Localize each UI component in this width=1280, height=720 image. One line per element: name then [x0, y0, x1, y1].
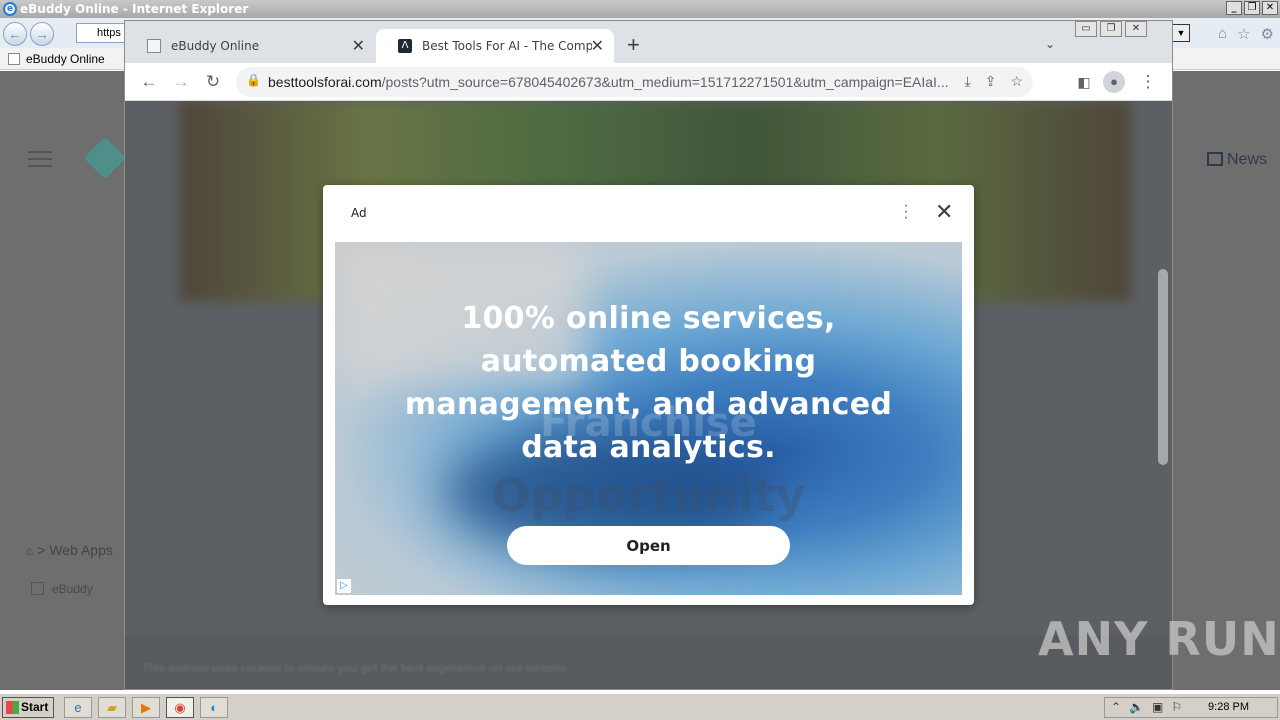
url-path: /posts?utm_source=678045402673&utm_mediu… [381, 74, 949, 90]
page-scrollbar[interactable] [1158, 269, 1168, 465]
chrome-restore-button[interactable]: ❐ [1100, 21, 1122, 37]
windows-logo-icon [6, 701, 19, 714]
chrome-toolbar: ← → ↻ 🔒 besttoolsforai.com/posts?utm_sou… [125, 63, 1172, 101]
start-button[interactable]: Start [2, 697, 54, 718]
page-icon [8, 53, 20, 65]
system-tray: ⌃ 🔈 ▣ ⚐ 9:28 PM [1104, 697, 1278, 718]
taskbar-ie-icon[interactable]: e [64, 697, 92, 718]
new-tab-button[interactable]: + [627, 33, 640, 57]
taskbar: Start e ▰ ▶ ◉ ◐ ⌃ 🔈 ▣ ⚐ 9:28 PM [0, 693, 1280, 720]
adchoices-icon[interactable]: ▷ [337, 579, 351, 593]
url-domain: besttoolsforai.com [268, 74, 382, 90]
hamburger-menu-icon[interactable] [28, 151, 52, 167]
share-icon[interactable]: ⇪ [985, 73, 997, 90]
ad-creative[interactable]: Franchise Opportunity 100% online servic… [335, 242, 962, 595]
ie-titlebar: e eBuddy Online - Internet Explorer _ ❐ … [0, 0, 1280, 18]
nav-news-label: News [1227, 151, 1268, 168]
action-center-flag-icon[interactable]: ⚐ [1171, 700, 1182, 714]
ie-tab-ebuddy[interactable]: eBuddy Online [4, 50, 105, 68]
ad-headline: 100% online services, automated booking … [404, 301, 893, 465]
more-menu-icon[interactable]: ⋮ [1135, 69, 1161, 95]
page-icon [147, 39, 161, 53]
tab-ebuddy-online[interactable]: eBuddy Online ✕ [125, 29, 375, 63]
broken-image-icon [31, 582, 44, 595]
watermark-text: ANY RUN [1038, 612, 1280, 666]
site-logo [83, 136, 127, 180]
gear-icon[interactable]: ⚙ [1261, 25, 1274, 43]
tab-label: Best Tools For AI - The Complete Res [422, 39, 592, 53]
ie-logo-icon: e [3, 2, 17, 16]
network-icon[interactable]: ▣ [1152, 700, 1163, 714]
favorites-star-icon[interactable]: ☆ [1237, 25, 1250, 43]
close-tab-icon[interactable]: ✕ [352, 29, 365, 63]
home-icon[interactable]: ⌂ [1218, 25, 1227, 43]
taskbar-folder-icon[interactable]: ▰ [98, 697, 126, 718]
ie-restore-button[interactable]: ❐ [1244, 1, 1260, 15]
ie-window-title: eBuddy Online - Internet Explorer [20, 2, 249, 16]
start-label: Start [21, 700, 49, 714]
news-icon [1207, 152, 1223, 166]
bookmark-star-icon[interactable]: ☆ [1010, 73, 1023, 90]
ebuddy-link[interactable]: eBuddy [31, 582, 93, 596]
ie-minimize-button[interactable]: _ [1226, 1, 1242, 15]
chrome-minimize-button[interactable]: ▭ [1075, 21, 1097, 37]
profile-avatar-icon[interactable]: ● [1103, 71, 1125, 93]
chrome-close-button[interactable]: ✕ [1125, 21, 1147, 37]
nav-news-link[interactable]: News [1207, 151, 1267, 169]
side-panel-icon[interactable]: ◧ [1071, 69, 1097, 95]
tab-best-tools-for-ai[interactable]: Λ Best Tools For AI - The Complete Res ✕ [376, 29, 614, 63]
taskbar-edge-icon[interactable]: ◐ [200, 697, 228, 718]
ad-modal: Ad · · · ✕ Franchise Opportunity 100% onli… [323, 185, 974, 605]
ad-open-button[interactable]: Open [507, 526, 790, 565]
ebuddy-link-label: eBuddy [52, 582, 93, 596]
ad-label: Ad [351, 206, 367, 220]
show-hidden-icons-icon[interactable]: ⌃ [1111, 700, 1121, 714]
clock[interactable]: 9:28 PM [1208, 698, 1249, 717]
url-text[interactable]: besttoolsforai.com/posts?utm_source=6780… [268, 67, 968, 97]
ie-address-dropdown-button[interactable]: ▼ [1172, 24, 1190, 42]
volume-icon[interactable]: 🔈 [1129, 700, 1144, 714]
ie-forward-button[interactable]: → [30, 22, 54, 46]
ad-background-word: Opportunity [491, 468, 806, 522]
breadcrumb: ⌂ > Web Apps [26, 542, 113, 558]
taskbar-media-player-icon[interactable]: ▶ [132, 697, 160, 718]
breadcrumb-web-apps[interactable]: > Web Apps [37, 542, 113, 558]
forward-arrow-icon[interactable]: → [168, 69, 194, 95]
watermark: ANY RUN [1038, 612, 1280, 666]
omnibox[interactable]: 🔒 besttoolsforai.com/posts?utm_source=67… [236, 67, 1033, 97]
ie-back-button[interactable]: ← [3, 22, 27, 46]
chrome-tab-bar: eBuddy Online ✕ Λ Best Tools For AI - Th… [125, 21, 1172, 63]
install-app-icon[interactable]: ⤓ [965, 73, 971, 90]
cookie-banner-text: This website uses cookies to ensure you … [142, 661, 567, 675]
close-icon[interactable]: ✕ [935, 199, 953, 225]
reload-icon[interactable]: ↻ [200, 69, 226, 95]
site-favicon-icon: Λ [398, 39, 412, 53]
ie-close-button[interactable]: ✕ [1262, 1, 1278, 15]
tab-search-chevron-icon[interactable]: ⌄ [1045, 37, 1055, 51]
home-icon[interactable]: ⌂ [26, 544, 33, 558]
back-arrow-icon[interactable]: ← [136, 69, 162, 95]
close-tab-icon[interactable]: ✕ [591, 29, 604, 63]
lock-icon[interactable]: 🔒 [246, 73, 261, 87]
ie-tab-label: eBuddy Online [26, 52, 105, 66]
tab-label: eBuddy Online [171, 39, 260, 53]
ad-options-kebab-icon[interactable]: · · · [903, 198, 909, 226]
taskbar-chrome-icon[interactable]: ◉ [166, 697, 194, 718]
